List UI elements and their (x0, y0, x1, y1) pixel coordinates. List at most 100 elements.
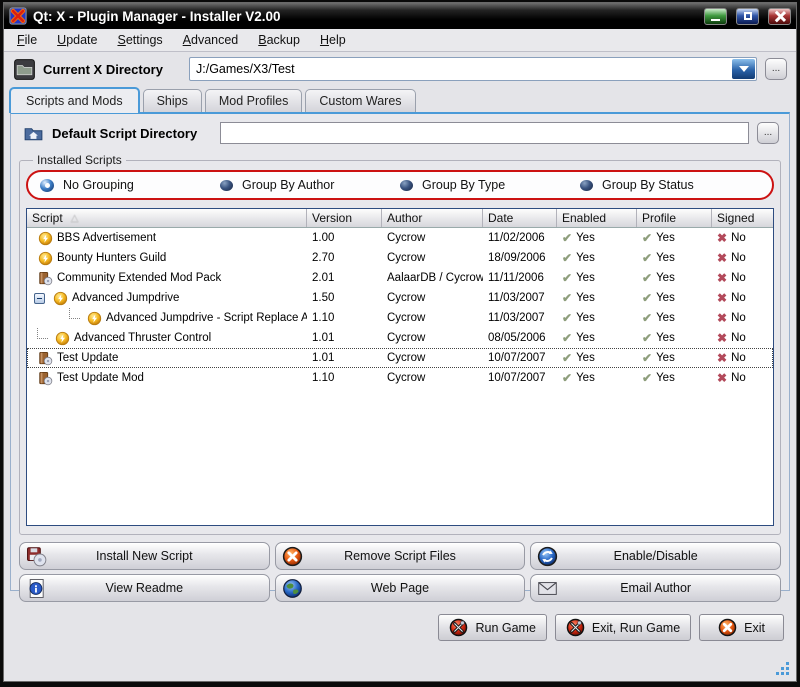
run-game-button[interactable]: Run Game (438, 614, 546, 641)
tab-scripts-and-mods[interactable]: Scripts and Mods (9, 87, 140, 113)
menu-settings[interactable]: Settings (108, 30, 171, 50)
radio-group-by-type[interactable]: Group By Type (400, 178, 580, 192)
menu-backup[interactable]: Backup (249, 30, 309, 50)
table-row[interactable]: Advanced Jumpdrive 1.50 Cycrow 11/03/200… (27, 288, 773, 308)
scripts-table: Script △ Version Author Date Enabled Pro… (26, 208, 774, 526)
browse-script-directory-button[interactable]: ... (757, 122, 779, 144)
close-icon (774, 11, 785, 22)
folder-icon (14, 59, 35, 80)
tab-ships[interactable]: Ships (143, 89, 202, 112)
minimize-button[interactable] (704, 8, 727, 25)
cross-icon: ✖ (717, 291, 727, 305)
radio-icon (220, 180, 233, 191)
mod-package-icon (38, 351, 53, 366)
column-author[interactable]: Author (382, 209, 483, 227)
table-row[interactable]: Test Update Mod 1.10 Cycrow 10/07/2007 ✔… (27, 368, 773, 388)
current-directory-bar: Current X Directory J:/Games/X3/Test ... (4, 52, 796, 84)
table-row[interactable]: Bounty Hunters Guild 2.70 Cycrow 18/09/2… (27, 248, 773, 268)
script-icon (38, 231, 53, 246)
check-icon: ✔ (642, 231, 652, 245)
remove-script-files-button[interactable]: Remove Script Files (275, 542, 526, 570)
cross-icon: ✖ (717, 251, 727, 265)
table-row[interactable]: Advanced Thruster Control 1.01 Cycrow 08… (27, 328, 773, 348)
exit-button[interactable]: Exit (699, 614, 784, 641)
sort-ascending-icon: △ (71, 213, 79, 224)
enable-disable-button[interactable]: Enable/Disable (530, 542, 781, 570)
app-window: Qt: X - Plugin Manager - Installer V2.00… (3, 2, 797, 682)
browse-directory-button[interactable]: ... (765, 58, 787, 80)
floppy-disc-icon (26, 546, 47, 567)
check-icon: ✔ (562, 231, 572, 245)
radio-no-grouping[interactable]: No Grouping (40, 178, 220, 192)
chevron-down-icon (739, 66, 749, 72)
script-icon (38, 251, 53, 266)
cross-icon: ✖ (717, 311, 727, 325)
default-script-directory-bar: Default Script Directory ... (19, 120, 781, 151)
check-icon: ✔ (562, 351, 572, 365)
cross-icon: ✖ (717, 231, 727, 245)
resize-grip[interactable] (775, 661, 789, 675)
window-title: Qt: X - Plugin Manager - Installer V2.00 (33, 9, 695, 24)
check-icon: ✔ (642, 251, 652, 265)
refresh-circle-icon (537, 546, 558, 567)
check-icon: ✔ (642, 351, 652, 365)
game-icon (566, 618, 585, 637)
tree-branch-icon (69, 308, 80, 319)
script-icon (87, 311, 102, 326)
radio-group-by-status[interactable]: Group By Status (580, 178, 760, 192)
installed-scripts-label: Installed Scripts (33, 153, 126, 167)
check-icon: ✔ (562, 251, 572, 265)
script-icon (55, 331, 70, 346)
menu-update[interactable]: Update (48, 30, 106, 50)
tab-mod-profiles[interactable]: Mod Profiles (205, 89, 302, 112)
check-icon: ✔ (562, 271, 572, 285)
close-button[interactable] (768, 8, 791, 25)
maximize-icon (744, 12, 752, 20)
installed-scripts-group: Installed Scripts No Grouping Group By A… (19, 153, 781, 535)
column-profile[interactable]: Profile (637, 209, 712, 227)
install-new-script-button[interactable]: Install New Script (19, 542, 270, 570)
column-enabled[interactable]: Enabled (557, 209, 637, 227)
column-script[interactable]: Script △ (27, 209, 307, 227)
home-folder-icon (23, 123, 44, 144)
script-icon (53, 291, 68, 306)
check-icon: ✔ (642, 331, 652, 345)
menu-advanced[interactable]: Advanced (174, 30, 248, 50)
table-row[interactable]: BBS Advertisement 1.00 Cycrow 11/02/2006… (27, 228, 773, 248)
title-bar: Qt: X - Plugin Manager - Installer V2.00 (4, 3, 796, 29)
cross-icon: ✖ (717, 371, 727, 385)
game-icon (449, 618, 468, 637)
radio-icon (580, 180, 593, 191)
menu-help[interactable]: Help (311, 30, 355, 50)
check-icon: ✔ (562, 291, 572, 305)
minimize-icon (711, 19, 720, 21)
tree-branch-icon (37, 328, 48, 339)
table-row[interactable]: Community Extended Mod Pack 2.01 AalaarD… (27, 268, 773, 288)
tab-custom-wares[interactable]: Custom Wares (305, 89, 415, 112)
exit-run-game-button[interactable]: Exit, Run Game (555, 614, 691, 641)
directory-combobox[interactable]: J:/Games/X3/Test (189, 57, 757, 81)
tab-strip: Scripts and Mods Ships Mod Profiles Cust… (4, 84, 796, 112)
column-signed[interactable]: Signed (712, 209, 773, 227)
collapse-expander-icon[interactable] (34, 293, 45, 304)
dropdown-button[interactable] (732, 59, 755, 79)
check-icon: ✔ (642, 271, 652, 285)
cross-icon: ✖ (717, 271, 727, 285)
check-icon: ✔ (562, 331, 572, 345)
cancel-circle-icon (282, 546, 303, 567)
script-directory-input[interactable] (220, 122, 749, 144)
radio-group-by-author[interactable]: Group By Author (220, 178, 400, 192)
table-row-focused[interactable]: Test Update 1.01 Cycrow 10/07/2007 ✔Yes … (27, 348, 773, 368)
table-row[interactable]: Advanced Jumpdrive - Script Replace Addo… (27, 308, 773, 328)
mod-package-icon (38, 271, 53, 286)
check-icon: ✔ (562, 371, 572, 385)
mod-package-icon (38, 371, 53, 386)
check-icon: ✔ (642, 371, 652, 385)
menu-file[interactable]: File (8, 30, 46, 50)
maximize-button[interactable] (736, 8, 759, 25)
column-date[interactable]: Date (483, 209, 557, 227)
column-version[interactable]: Version (307, 209, 382, 227)
check-icon: ✔ (562, 311, 572, 325)
cross-icon: ✖ (717, 351, 727, 365)
exit-circle-icon (718, 618, 737, 637)
